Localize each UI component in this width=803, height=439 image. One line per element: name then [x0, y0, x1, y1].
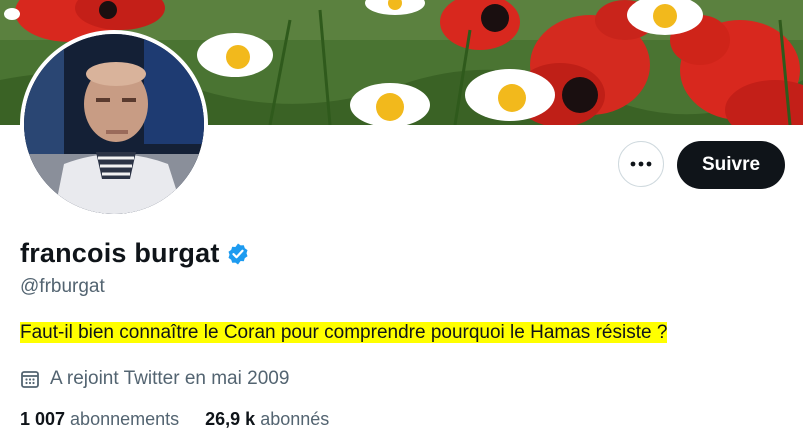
profile-stats: 1 007 abonnements 26,9 k abonnés	[20, 409, 355, 430]
followers-link[interactable]: 26,9 k abonnés	[205, 409, 329, 430]
following-count: 1 007	[20, 409, 66, 429]
bio-text: Faut-il bien connaître le Coran pour com…	[20, 322, 668, 343]
following-link[interactable]: 1 007 abonnements	[20, 409, 179, 430]
join-date-text: A rejoint Twitter en mai 2009	[50, 368, 290, 389]
verified-badge-icon[interactable]	[226, 242, 250, 266]
more-dots-icon	[630, 161, 652, 167]
calendar-icon	[21, 371, 39, 388]
more-options-button[interactable]	[618, 141, 664, 187]
followers-count: 26,9 k	[205, 409, 256, 429]
profile-name-row: francois burgat	[20, 238, 250, 269]
profile-bio: Faut-il bien connaître le Coran pour com…	[20, 322, 668, 344]
followers-label: abonnés	[260, 409, 330, 429]
following-label: abonnements	[70, 409, 180, 429]
follow-button[interactable]: Suivre	[677, 141, 785, 189]
avatar-ring	[20, 30, 208, 218]
join-date: A rejoint Twitter en mai 2009	[20, 368, 289, 390]
profile-name: francois burgat	[20, 238, 220, 268]
avatar[interactable]	[24, 34, 204, 214]
profile-handle: @frburgat	[20, 276, 105, 297]
